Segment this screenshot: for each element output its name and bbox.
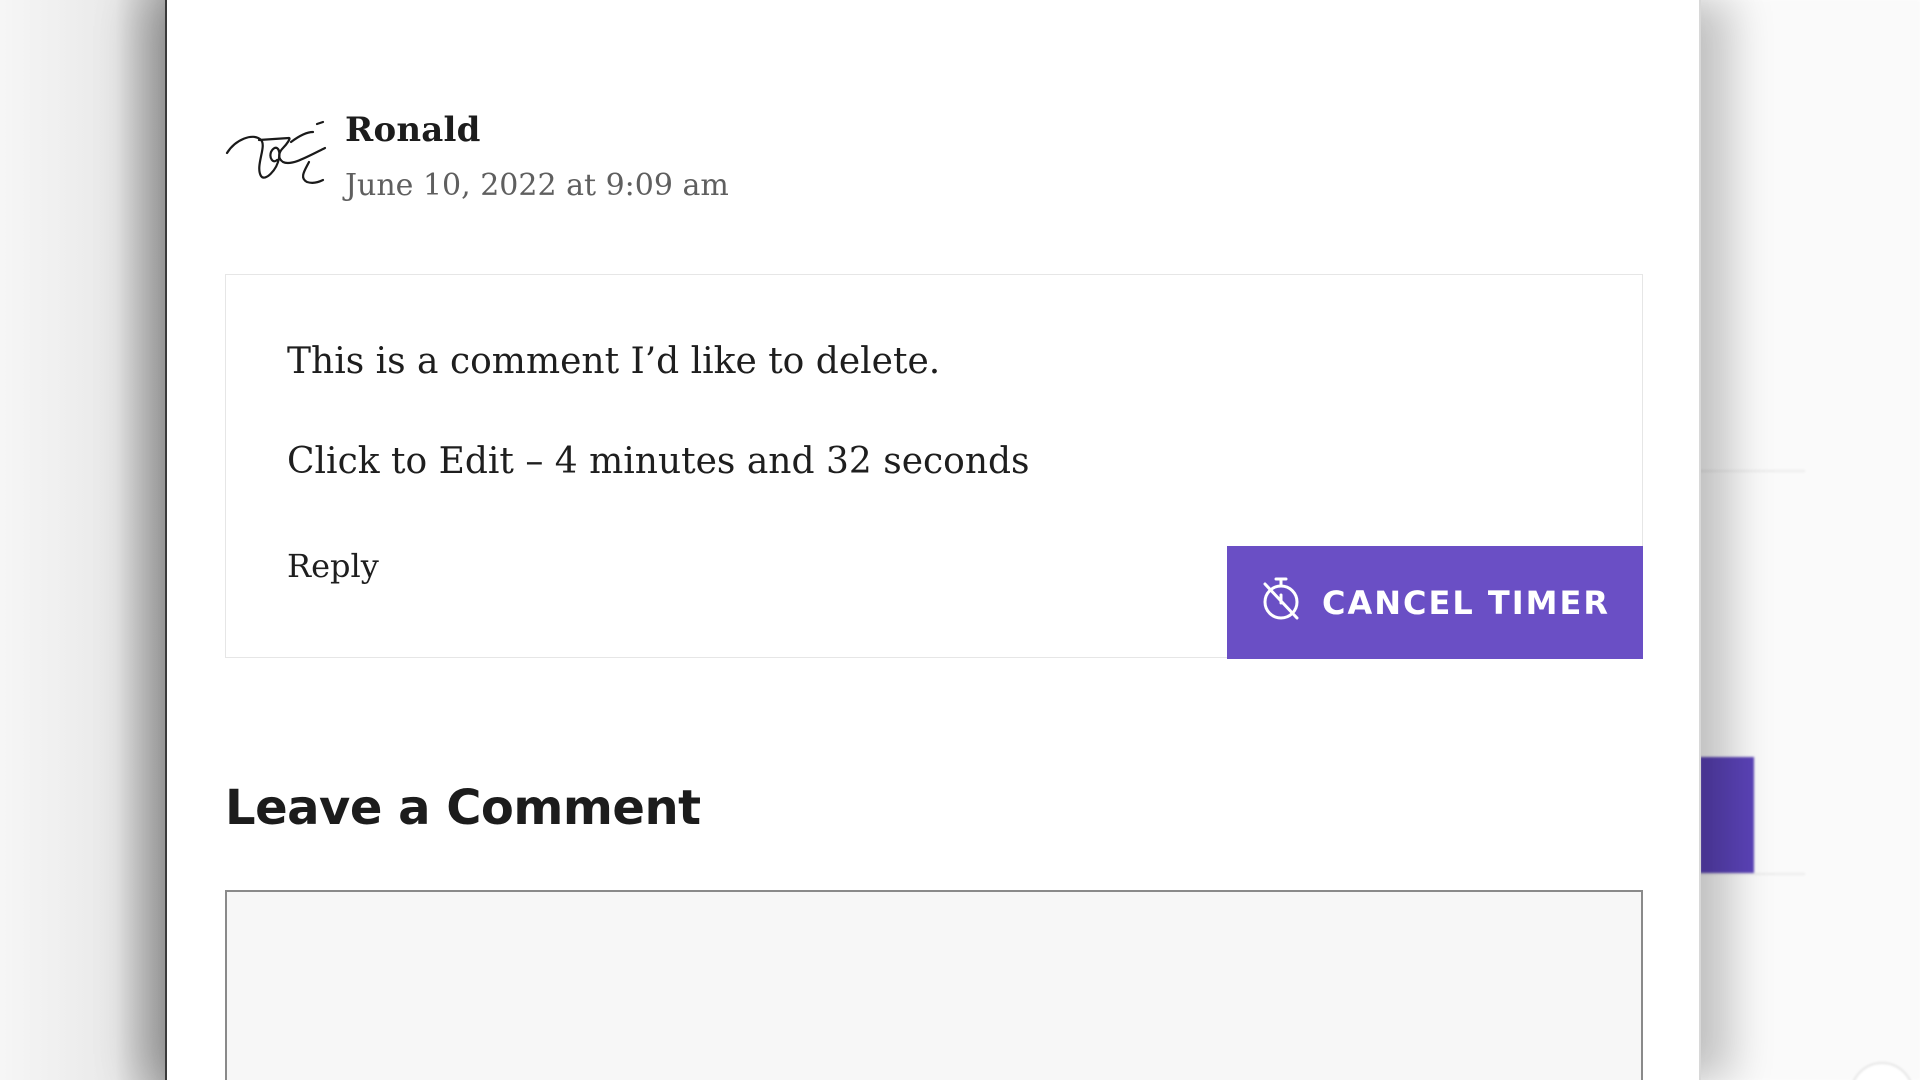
timer-off-icon [1260, 576, 1302, 622]
comment-meta: Ronald June 10, 2022 at 9:09 am [225, 108, 1125, 218]
edit-timer-link[interactable]: Click to Edit – 4 minutes and 32 seconds [287, 441, 1030, 482]
background-divider [1700, 873, 1805, 875]
comments-panel: Ronald June 10, 2022 at 9:09 am This is … [165, 0, 1701, 1080]
background-button [1700, 757, 1754, 875]
screen: Ronald June 10, 2022 at 9:09 am This is … [0, 0, 1920, 1080]
comment-body: This is a comment I’d like to delete. Cl… [225, 274, 1643, 659]
background-divider [1700, 470, 1805, 472]
reply-link[interactable]: Reply [287, 547, 379, 585]
cancel-timer-label: CANCEL TIMER [1322, 583, 1610, 622]
leave-comment-heading: Leave a Comment [225, 780, 701, 836]
background-left [0, 0, 165, 1080]
cancel-timer-button[interactable]: CANCEL TIMER [1227, 546, 1643, 659]
background-circle-button [1850, 1062, 1914, 1080]
avatar [225, 118, 327, 198]
background-page [1700, 0, 1920, 1080]
author-name: Ronald [345, 110, 481, 150]
comment-date: June 10, 2022 at 9:09 am [345, 168, 729, 203]
signature-avatar [225, 120, 327, 184]
comment-text: This is a comment I’d like to delete. [287, 341, 941, 382]
comment-textarea[interactable] [225, 890, 1643, 1080]
